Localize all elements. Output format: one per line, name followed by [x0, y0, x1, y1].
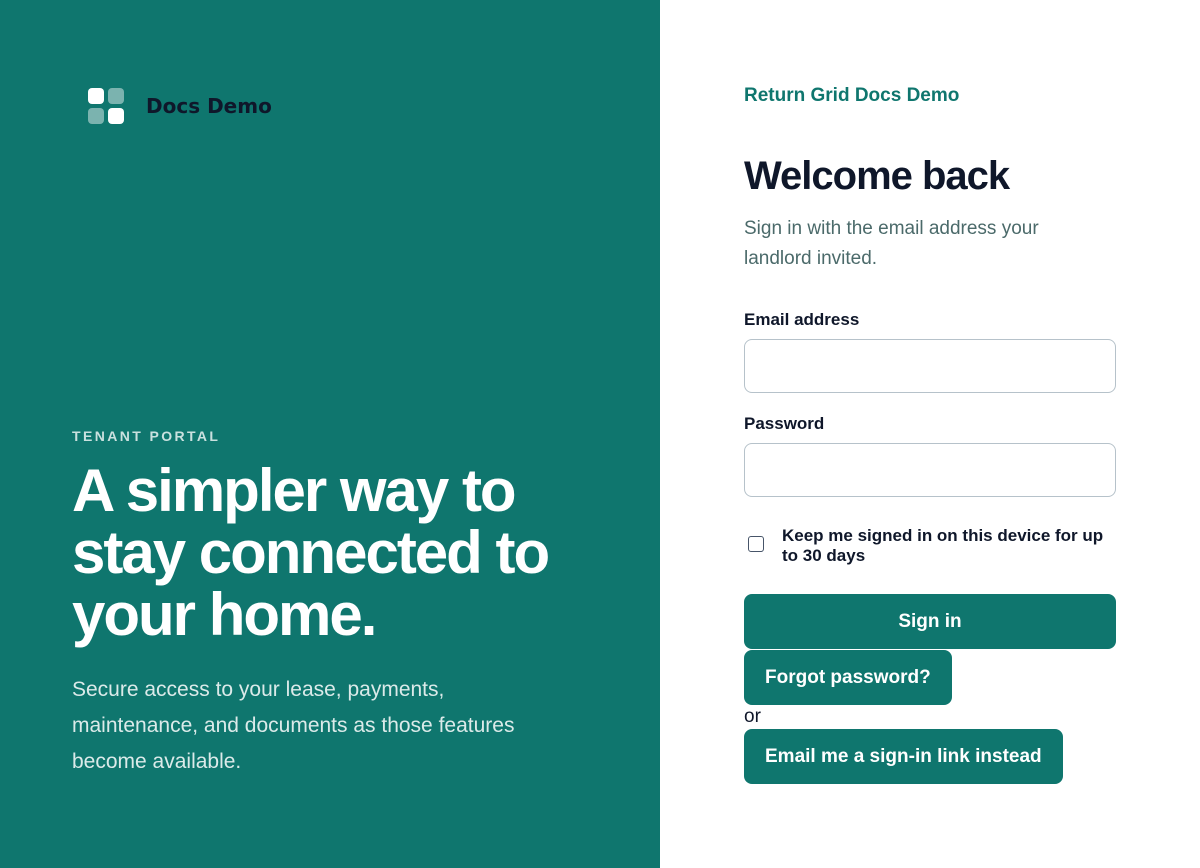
hero-panel: Docs Demo TENANT PORTAL A simpler way to… — [0, 0, 660, 868]
remember-me-row: Keep me signed in on this device for up … — [748, 526, 1118, 566]
hero-headline: A simpler way to stay connected to your … — [72, 457, 550, 648]
hero-eyebrow: TENANT PORTAL — [72, 428, 221, 444]
magic-link-button[interactable]: Email me a sign-in link instead — [744, 729, 1063, 784]
brand-logo: Docs Demo — [88, 88, 272, 124]
remember-me-checkbox[interactable] — [748, 536, 764, 552]
password-label: Password — [744, 414, 825, 433]
remember-me-label[interactable]: Keep me signed in on this device for up … — [782, 526, 1118, 566]
hero-description: Secure access to your lease, payments, m… — [72, 678, 515, 773]
sign-in-button[interactable]: Sign in — [744, 594, 1116, 649]
return-link[interactable]: Return Grid Docs Demo — [744, 85, 959, 107]
email-label: Email address — [744, 310, 860, 329]
email-field[interactable] — [744, 339, 1116, 393]
brand-name: Docs Demo — [146, 94, 272, 118]
signin-panel: Return Grid Docs Demo Welcome back Sign … — [660, 0, 1200, 868]
grid-logo-icon — [88, 88, 124, 124]
forgot-password-button[interactable]: Forgot password? — [744, 650, 952, 705]
password-field[interactable] — [744, 443, 1116, 497]
page-title: Welcome back — [744, 154, 1010, 198]
or-divider: or — [744, 706, 761, 727]
page-subtitle: Sign in with the email address your land… — [744, 218, 1039, 269]
hero-content: TENANT PORTAL A simpler way to stay conn… — [72, 428, 592, 780]
